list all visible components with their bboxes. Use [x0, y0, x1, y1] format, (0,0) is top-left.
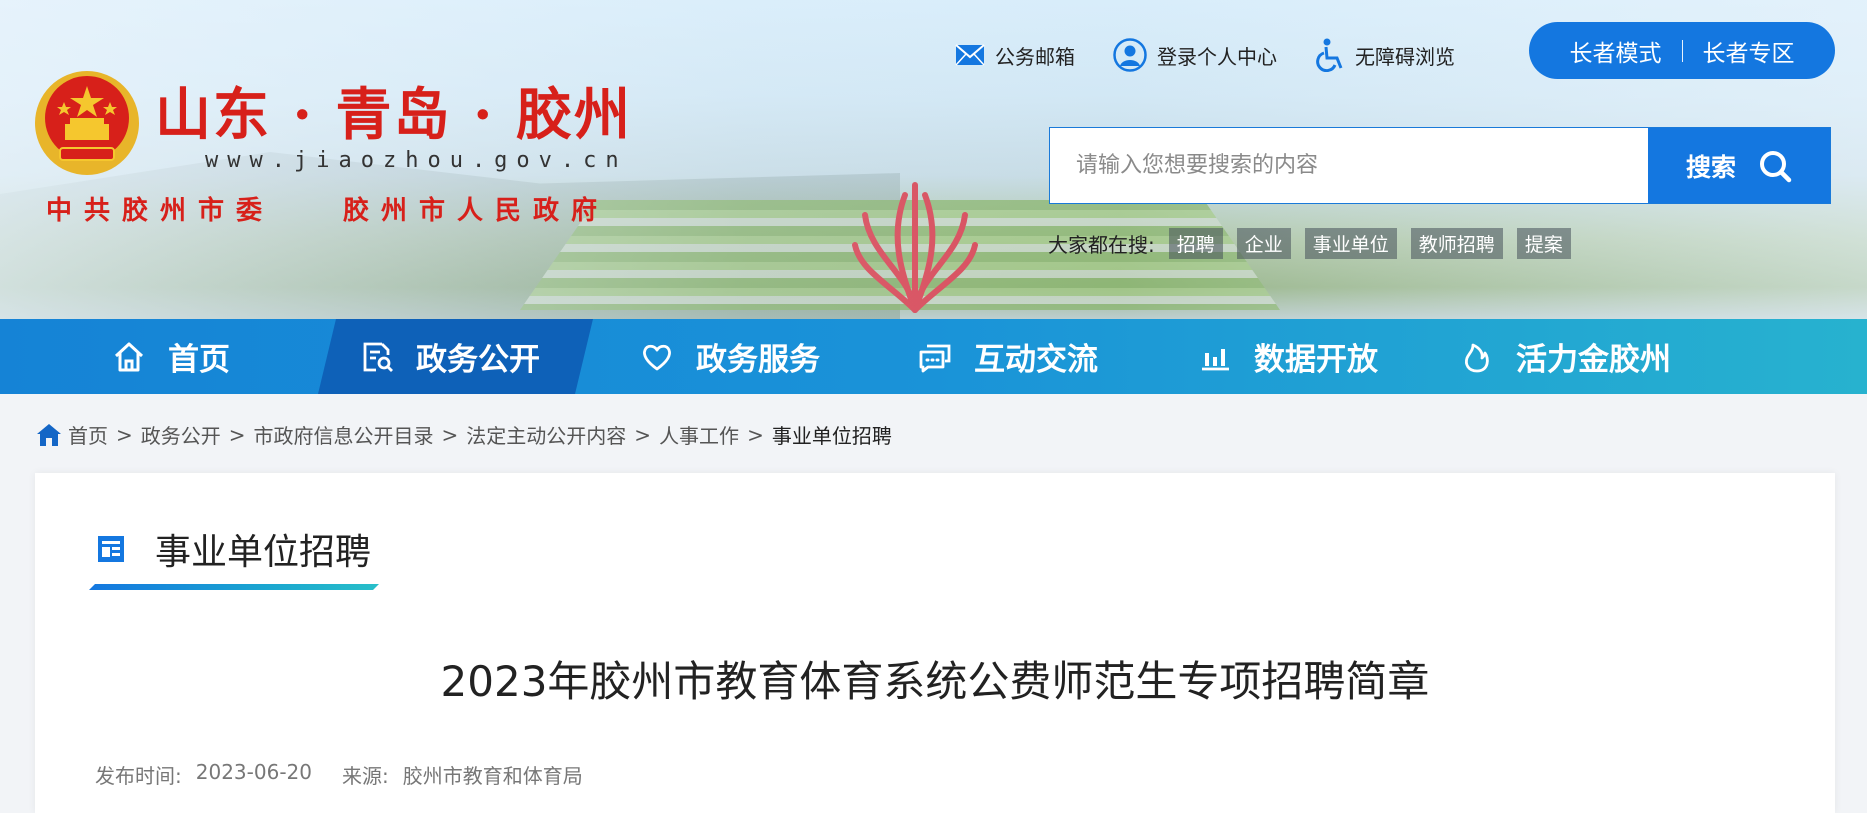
hot-tag[interactable]: 企业 [1236, 228, 1291, 259]
bar-chart-icon [1202, 348, 1229, 370]
main-nav: 首页 政务公开 政务服务 互动交流 数据开放 活力金胶州 [0, 319, 1867, 394]
elder-mode-button[interactable]: 长者模式 [1570, 34, 1662, 68]
hot-tag[interactable]: 提案 [1516, 228, 1571, 259]
elder-divider [1681, 39, 1683, 62]
top-links: 公务邮箱 登录个人中心 无障碍浏览 [955, 38, 1455, 72]
search-button-label: 搜索 [1685, 152, 1736, 182]
home-icon [37, 423, 61, 446]
accessible-link[interactable]: 无障碍浏览 [1315, 38, 1455, 72]
source-label: 来源: [341, 764, 389, 788]
search-input[interactable] [1050, 128, 1648, 203]
publish-date: 2023-06-20 [195, 760, 312, 784]
search-button[interactable]: 搜索 [1648, 128, 1830, 203]
breadcrumb-separator: > [634, 422, 652, 447]
site-domain: www.jiaozhou.gov.cn [205, 148, 628, 173]
mail-link-label: 公务邮箱 [995, 44, 1075, 69]
national-emblem-icon [35, 71, 139, 175]
mail-icon [955, 44, 985, 66]
article-list-icon [98, 536, 124, 562]
wheelchair-icon [1316, 38, 1343, 72]
nav-item-vitality[interactable]: 活力金胶州 [1460, 319, 1671, 394]
hot-searches: 大家都在搜: 招聘 企业 事业单位 教师招聘 提案 [1048, 228, 1571, 259]
nav-item-label: 互动交流 [974, 342, 1098, 378]
hot-tag[interactable]: 招聘 [1168, 228, 1223, 259]
breadcrumb-current: 事业单位招聘 [771, 424, 892, 448]
search-icon [1760, 150, 1792, 182]
article-meta: 发布时间: 2023-06-20 来源: 胶州市教育和体育局 [95, 760, 583, 789]
nav-item-gov-services[interactable]: 政务服务 [640, 319, 820, 394]
header-banner: 山东 · 青岛 · 胶州 www.jiaozhou.gov.cn 中共胶州市委 … [0, 0, 1867, 319]
breadcrumb-separator: > [747, 422, 764, 447]
nav-item-label: 首页 [168, 342, 230, 378]
hot-searches-label: 大家都在搜: [1048, 233, 1155, 257]
section-underline [89, 584, 379, 590]
nav-item-label: 数据开放 [1254, 342, 1378, 378]
content-card: 事业单位招聘 2023年胶州市教育体育系统公费师范生专项招聘简章 发布时间: 2… [35, 473, 1835, 813]
breadcrumb-link[interactable]: 人事工作 [659, 420, 739, 449]
site-title: 山东 · 青岛 · 胶州 [155, 82, 632, 148]
section-title: 事业单位招聘 [155, 532, 372, 573]
breadcrumb-link[interactable]: 法定主动公开内容 [466, 420, 626, 449]
user-icon [1113, 38, 1147, 72]
nav-item-home[interactable]: 首页 [112, 319, 230, 394]
nav-item-label: 政务服务 [696, 342, 820, 378]
document-search-icon [363, 342, 393, 372]
section-header: 事业单位招聘 [97, 523, 371, 575]
heart-icon [643, 344, 671, 370]
home-icon [114, 342, 144, 371]
hot-tag[interactable]: 教师招聘 [1410, 228, 1503, 259]
accessible-link-label: 无障碍浏览 [1355, 44, 1455, 69]
nav-item-gov-affairs[interactable]: 政务公开 [360, 319, 540, 394]
flame-icon [1465, 343, 1489, 372]
breadcrumb-link[interactable]: 市政府信息公开目录 [254, 420, 434, 449]
elder-zone-button[interactable]: 长者专区 [1703, 34, 1795, 68]
login-link[interactable]: 登录个人中心 [1113, 38, 1277, 72]
hot-tag[interactable]: 事业单位 [1304, 228, 1397, 259]
source-value: 胶州市教育和体育局 [402, 764, 583, 788]
search-bar: 搜索 [1049, 127, 1831, 204]
nav-item-label: 活力金胶州 [1516, 342, 1671, 378]
publish-date-label: 发布时间: [95, 764, 182, 788]
breadcrumb-separator: > [441, 422, 459, 447]
org-name-party: 中共胶州市委 [46, 196, 275, 226]
breadcrumb-separator: > [116, 422, 133, 447]
mail-link[interactable]: 公务邮箱 [955, 41, 1075, 70]
article-title: 2023年胶州市教育体育系统公费师范生专项招聘简章 [440, 657, 1430, 706]
breadcrumb: 首页 > 政务公开 > 市政府信息公开目录 > 法定主动公开内容 > 人事工作 … [36, 420, 892, 449]
breadcrumb-link[interactable]: 首页 [68, 420, 108, 449]
chat-icon [919, 344, 951, 372]
elder-mode-pill: 长者模式 长者专区 [1529, 22, 1835, 79]
nav-item-label: 政务公开 [416, 342, 540, 378]
nav-item-interaction[interactable]: 互动交流 [918, 319, 1098, 394]
breadcrumb-link[interactable]: 政务公开 [141, 420, 221, 449]
breadcrumb-separator: > [228, 422, 246, 447]
nav-item-open-data[interactable]: 数据开放 [1198, 319, 1378, 394]
login-link-label: 登录个人中心 [1157, 44, 1277, 69]
org-name-government: 胶州市人民政府 [343, 196, 610, 226]
